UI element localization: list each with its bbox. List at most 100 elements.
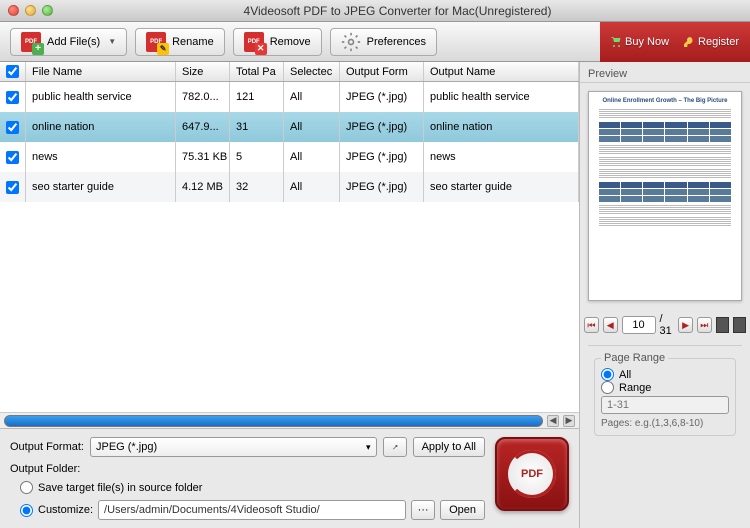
titlebar: 4Videosoft PDF to JPEG Converter for Mac… — [0, 0, 750, 22]
customize-label: Customize: — [38, 504, 93, 516]
pencil-icon: ✎ — [157, 43, 169, 55]
table-row[interactable]: online nation647.9...31AllJPEG (*.jpg)on… — [0, 112, 579, 142]
window-controls — [8, 5, 53, 16]
page-number-input[interactable] — [622, 316, 656, 334]
pdf-icon: PDF+ — [21, 32, 41, 52]
browse-label: ··· — [418, 504, 429, 516]
output-format-label: Output Format: — [10, 441, 84, 453]
cell-selected: All — [284, 82, 340, 112]
header-output-name[interactable]: Output Name — [424, 62, 579, 81]
output-panel: Output Format: JPEG (*.jpg) ▾ Apply to A… — [0, 428, 579, 528]
horizontal-scrollbar[interactable]: ◀ ▶ — [0, 412, 579, 428]
prev-page-button[interactable]: ◀ — [603, 317, 618, 333]
chevron-down-icon: ▾ — [366, 442, 371, 453]
cell-filename: online nation — [26, 112, 176, 142]
last-page-button[interactable]: ⏭ — [697, 317, 712, 333]
cell-output-name: public health service — [424, 82, 579, 112]
first-page-button[interactable]: ⏮ — [584, 317, 599, 333]
convert-button[interactable]: PDF — [495, 437, 569, 511]
header-checkbox[interactable] — [0, 62, 26, 81]
register-link[interactable]: Register — [683, 36, 739, 48]
cell-pages: 32 — [230, 172, 284, 202]
output-format-select[interactable]: JPEG (*.jpg) ▾ — [90, 437, 377, 457]
cell-pages: 31 — [230, 112, 284, 142]
open-folder-button[interactable]: Open — [440, 500, 485, 520]
page-range-input[interactable] — [601, 396, 729, 414]
preview-pane: Online Enrollment Growth – The Big Pictu… — [588, 91, 742, 301]
cell-pages: 5 — [230, 142, 284, 172]
table-row[interactable]: seo starter guide4.12 MB32AllJPEG (*.jpg… — [0, 172, 579, 202]
page-navigator: ⏮ ◀ / 31 ▶ ⏭ — [580, 309, 750, 341]
view-mode-1-button[interactable] — [716, 317, 729, 333]
cell-size: 782.0... — [176, 82, 230, 112]
wrench-icon — [392, 442, 398, 453]
cell-format: JPEG (*.jpg) — [340, 172, 424, 202]
pdf-icon: PDF✕ — [244, 32, 264, 52]
add-files-button[interactable]: PDF+ Add File(s) ▼ — [10, 28, 127, 56]
row-checkbox-cell — [0, 172, 26, 202]
cell-filename: seo starter guide — [26, 172, 176, 202]
scroll-right-icon[interactable]: ▶ — [563, 415, 575, 427]
x-icon: ✕ — [255, 43, 267, 55]
header-total-pages[interactable]: Total Pa — [230, 62, 284, 81]
buy-now-link[interactable]: Buy Now — [610, 36, 669, 48]
table-row[interactable]: public health service782.0...121AllJPEG … — [0, 82, 579, 112]
scroll-left-icon[interactable]: ◀ — [547, 415, 559, 427]
preview-title: Preview — [580, 62, 750, 83]
cell-format: JPEG (*.jpg) — [340, 82, 424, 112]
table-header: File Name Size Total Pa Selectec Output … — [0, 62, 579, 82]
page-range-range-label: Range — [619, 382, 651, 394]
doc-heading: Online Enrollment Growth – The Big Pictu… — [595, 98, 735, 106]
maximize-icon[interactable] — [42, 5, 53, 16]
page-range-hint: Pages: e.g.(1,3,6,8-10) — [601, 418, 729, 429]
cell-size: 4.12 MB — [176, 172, 230, 202]
page-range-all-radio[interactable] — [601, 368, 614, 381]
cell-selected: All — [284, 142, 340, 172]
rename-button[interactable]: PDF✎ Rename — [135, 28, 225, 56]
close-icon[interactable] — [8, 5, 19, 16]
format-settings-button[interactable] — [383, 437, 407, 457]
row-checkbox-cell — [0, 112, 26, 142]
view-mode-2-button[interactable] — [733, 317, 746, 333]
minimize-icon[interactable] — [25, 5, 36, 16]
apply-to-all-button[interactable]: Apply to All — [413, 437, 485, 457]
buy-now-label: Buy Now — [625, 36, 669, 48]
page-range-all-label: All — [619, 369, 631, 381]
row-checkbox[interactable] — [6, 121, 19, 134]
chevron-down-icon: ▼ — [108, 37, 116, 46]
page-range-legend: Page Range — [601, 352, 668, 364]
next-page-button[interactable]: ▶ — [678, 317, 693, 333]
scroll-track[interactable] — [4, 415, 543, 427]
customize-radio[interactable] — [20, 504, 33, 517]
output-path-field[interactable]: /Users/admin/Documents/4Videosoft Studio… — [98, 500, 406, 520]
page-range-range-radio[interactable] — [601, 381, 614, 394]
row-checkbox-cell — [0, 142, 26, 172]
save-source-radio[interactable] — [20, 481, 33, 494]
page-range-panel: Page Range All Range Pages: e.g.(1,3,6,8… — [588, 345, 742, 442]
cell-filename: news — [26, 142, 176, 172]
browse-button[interactable]: ··· — [411, 500, 435, 520]
output-format-value: JPEG (*.jpg) — [96, 441, 157, 453]
apply-all-label: Apply to All — [422, 441, 476, 453]
row-checkbox[interactable] — [6, 151, 19, 164]
plus-icon: + — [32, 43, 44, 55]
table-body: public health service782.0...121AllJPEG … — [0, 82, 579, 412]
row-checkbox[interactable] — [6, 181, 19, 194]
cell-format: JPEG (*.jpg) — [340, 112, 424, 142]
rename-label: Rename — [172, 36, 214, 48]
remove-button[interactable]: PDF✕ Remove — [233, 28, 322, 56]
select-all-checkbox[interactable] — [6, 65, 19, 78]
cell-pages: 121 — [230, 82, 284, 112]
header-size[interactable]: Size — [176, 62, 230, 81]
row-checkbox[interactable] — [6, 91, 19, 104]
remove-label: Remove — [270, 36, 311, 48]
save-source-label: Save target file(s) in source folder — [38, 482, 202, 494]
register-label: Register — [698, 36, 739, 48]
preferences-button[interactable]: Preferences — [330, 28, 437, 56]
cart-icon — [610, 36, 622, 48]
header-filename[interactable]: File Name — [26, 62, 176, 81]
table-row[interactable]: news75.31 KB5AllJPEG (*.jpg)news — [0, 142, 579, 172]
header-output-form[interactable]: Output Form — [340, 62, 424, 81]
cell-filename: public health service — [26, 82, 176, 112]
header-selected[interactable]: Selectec — [284, 62, 340, 81]
